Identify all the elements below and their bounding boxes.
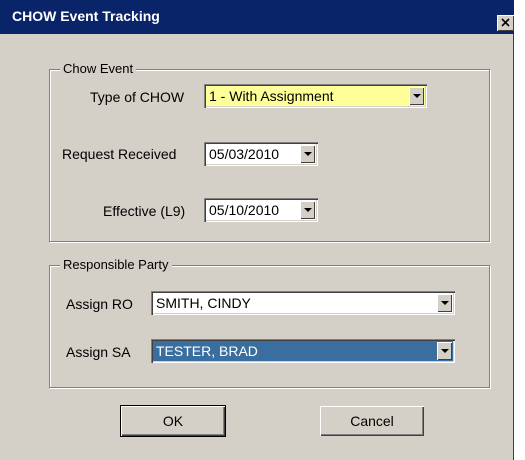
responsible-party-group: Responsible Party <box>49 257 490 388</box>
assign-ro-value: SMITH, CINDY <box>156 295 251 311</box>
window-title: CHOW Event Tracking <box>12 8 160 24</box>
assign-sa-label: Assign SA <box>66 344 131 360</box>
type-of-chow-label: Type of CHOW <box>90 89 185 105</box>
chow-event-legend: Chow Event <box>60 61 137 76</box>
chevron-down-icon[interactable] <box>409 87 424 105</box>
close-button[interactable] <box>497 15 514 31</box>
chevron-down-icon[interactable] <box>437 294 452 312</box>
type-of-chow-select[interactable]: 1 - With Assignment <box>204 84 427 108</box>
cancel-button[interactable]: Cancel <box>320 406 424 436</box>
request-received-value: 05/03/2010 <box>209 146 280 162</box>
assign-ro-select[interactable]: SMITH, CINDY <box>151 291 455 315</box>
chevron-down-icon[interactable] <box>300 201 315 219</box>
dialog-window: CHOW Event Tracking Chow Event Type of C… <box>0 0 514 460</box>
effective-value: 05/10/2010 <box>209 202 280 218</box>
close-icon <box>501 18 510 27</box>
assign-sa-value: TESTER, BRAD <box>156 343 258 359</box>
title-bar[interactable]: CHOW Event Tracking <box>0 0 514 34</box>
request-received-date[interactable]: 05/03/2010 <box>204 142 318 166</box>
assign-sa-select[interactable]: TESTER, BRAD <box>151 339 455 363</box>
effective-label: Effective (L9) <box>103 203 186 219</box>
chevron-down-icon[interactable] <box>437 342 452 360</box>
request-received-label: Request Received <box>62 146 177 162</box>
responsible-party-legend: Responsible Party <box>60 257 172 272</box>
ok-button[interactable]: OK <box>120 405 226 437</box>
assign-ro-label: Assign RO <box>66 296 133 312</box>
type-of-chow-value: 1 - With Assignment <box>209 88 334 104</box>
chevron-down-icon[interactable] <box>300 145 315 163</box>
effective-date[interactable]: 05/10/2010 <box>204 198 318 222</box>
